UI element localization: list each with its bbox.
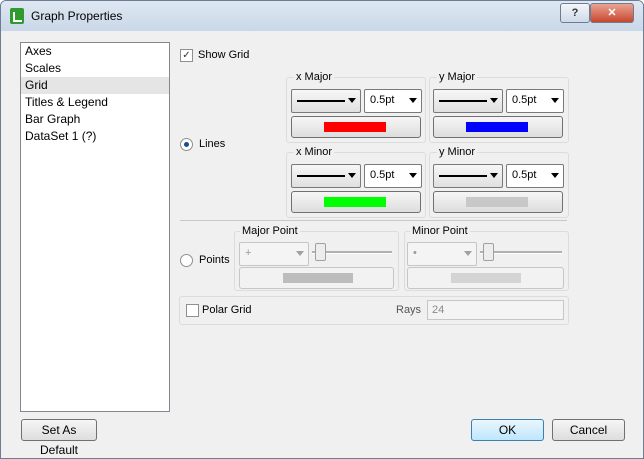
polar-grid-checkbox[interactable] [186, 304, 199, 317]
y-major-color-swatch [466, 122, 528, 132]
polar-grid-label: Polar Grid [202, 304, 252, 316]
chevron-down-icon [464, 251, 472, 256]
dialog-client-area: Axes Scales Grid Titles & Legend Bar Gra… [7, 32, 637, 457]
section-divider [180, 220, 567, 221]
rays-label: Rays [396, 304, 422, 316]
line-style-sample [439, 175, 487, 177]
y-minor-label: y Minor [437, 146, 478, 158]
cancel-button[interactable]: Cancel [552, 419, 625, 441]
window-title: Graph Properties [31, 9, 123, 23]
x-minor-label: x Minor [294, 146, 335, 158]
x-minor-color-button[interactable] [291, 191, 421, 213]
y-major-color-button[interactable] [433, 116, 563, 138]
x-major-width-value: 0.5pt [370, 94, 395, 106]
chevron-down-icon [296, 251, 304, 256]
lines-label: Lines [199, 138, 226, 150]
x-major-color-button[interactable] [291, 116, 421, 138]
chevron-down-icon [409, 98, 417, 103]
graph-properties-window: Graph Properties ? ✕ Axes Scales Grid Ti… [0, 0, 644, 459]
major-point-color-button[interactable] [239, 267, 394, 289]
points-label: Points [199, 254, 230, 266]
chevron-down-icon [348, 173, 356, 178]
lines-radio[interactable] [180, 138, 193, 151]
y-minor-color-swatch [466, 197, 528, 207]
category-item-bar-graph[interactable]: Bar Graph [21, 111, 169, 128]
y-minor-width-value: 0.5pt [512, 169, 537, 181]
line-style-sample [297, 175, 345, 177]
category-item-grid[interactable]: Grid [21, 77, 169, 94]
x-minor-linestyle-combo[interactable] [291, 164, 361, 188]
chevron-down-icon [551, 173, 559, 178]
major-point-symbol: + [245, 247, 252, 259]
chevron-down-icon [490, 98, 498, 103]
major-point-slider-thumb[interactable] [315, 243, 326, 261]
category-item-scales[interactable]: Scales [21, 60, 169, 77]
chevron-down-icon [409, 173, 417, 178]
category-item-dataset-1[interactable]: DataSet 1 (?) [21, 128, 169, 145]
y-major-label: y Major [437, 71, 478, 83]
show-grid-label: Show Grid [198, 49, 250, 61]
points-radio[interactable] [180, 254, 193, 267]
category-item-axes[interactable]: Axes [21, 43, 169, 60]
chevron-down-icon [551, 98, 559, 103]
y-major-width-value: 0.5pt [512, 94, 537, 106]
y-major-width-combo[interactable]: 0.5pt [506, 89, 564, 113]
x-major-width-combo[interactable]: 0.5pt [364, 89, 422, 113]
help-button[interactable]: ? [560, 3, 590, 23]
x-minor-width-combo[interactable]: 0.5pt [364, 164, 422, 188]
minor-point-slider-thumb[interactable] [483, 243, 494, 261]
x-minor-color-swatch [324, 197, 386, 207]
x-major-label: x Major [294, 71, 335, 83]
minor-point-label: Minor Point [410, 225, 470, 237]
close-button[interactable]: ✕ [590, 3, 634, 23]
ok-button[interactable]: OK [471, 419, 544, 441]
minor-point-symbol: • [413, 247, 417, 259]
y-major-linestyle-combo[interactable] [433, 89, 503, 113]
show-grid-checkbox[interactable]: ✓ [180, 49, 193, 62]
x-major-color-swatch [324, 122, 386, 132]
x-minor-width-value: 0.5pt [370, 169, 395, 181]
set-as-default-button[interactable]: Set As Default [21, 419, 97, 457]
chevron-down-icon [348, 98, 356, 103]
title-bar[interactable]: Graph Properties ? ✕ [1, 1, 643, 31]
minor-point-color-swatch [451, 273, 521, 283]
line-style-sample [297, 100, 345, 102]
rays-input[interactable]: 24 [427, 300, 564, 320]
major-point-symbol-combo[interactable]: + [239, 242, 309, 266]
y-minor-width-combo[interactable]: 0.5pt [506, 164, 564, 188]
category-list[interactable]: Axes Scales Grid Titles & Legend Bar Gra… [20, 42, 170, 412]
y-minor-color-button[interactable] [433, 191, 563, 213]
major-point-color-swatch [283, 273, 353, 283]
minor-point-color-button[interactable] [407, 267, 564, 289]
graph-app-icon [10, 8, 24, 24]
major-point-label: Major Point [240, 225, 300, 237]
x-major-linestyle-combo[interactable] [291, 89, 361, 113]
line-style-sample [439, 100, 487, 102]
minor-point-symbol-combo[interactable]: • [407, 242, 477, 266]
y-minor-linestyle-combo[interactable] [433, 164, 503, 188]
category-item-titles-legend[interactable]: Titles & Legend [21, 94, 169, 111]
chevron-down-icon [490, 173, 498, 178]
